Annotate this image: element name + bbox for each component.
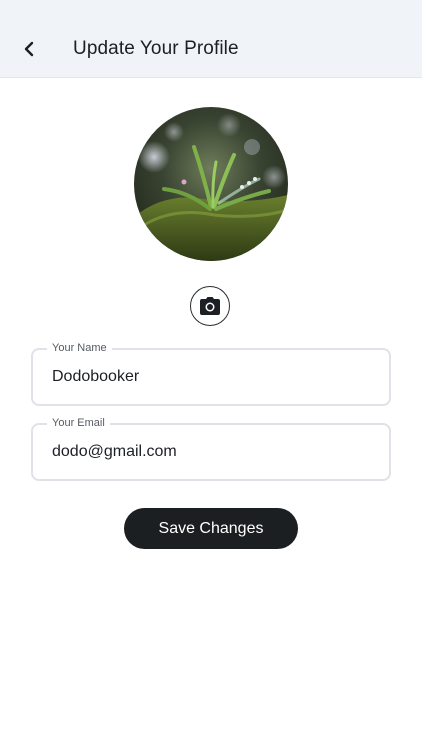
avatar [134,107,288,261]
app-header: Update Your Profile [0,0,422,78]
page-title: Update Your Profile [73,38,239,59]
camera-icon [200,297,220,315]
save-changes-button[interactable]: Save Changes [124,508,298,549]
name-input[interactable] [52,365,372,389]
update-profile-screen: Update Your Profile Your Name Dodobooker… [0,0,422,750]
back-button[interactable] [14,34,44,64]
email-field-label: Your Email [47,416,110,430]
email-field: Your Email [31,416,391,481]
profile-photo [134,107,288,261]
chevron-left-icon [24,41,34,57]
name-field: Your Name [31,341,391,406]
change-photo-button[interactable] [190,286,230,326]
name-field-label: Your Name [47,341,112,355]
email-input[interactable] [52,440,372,464]
